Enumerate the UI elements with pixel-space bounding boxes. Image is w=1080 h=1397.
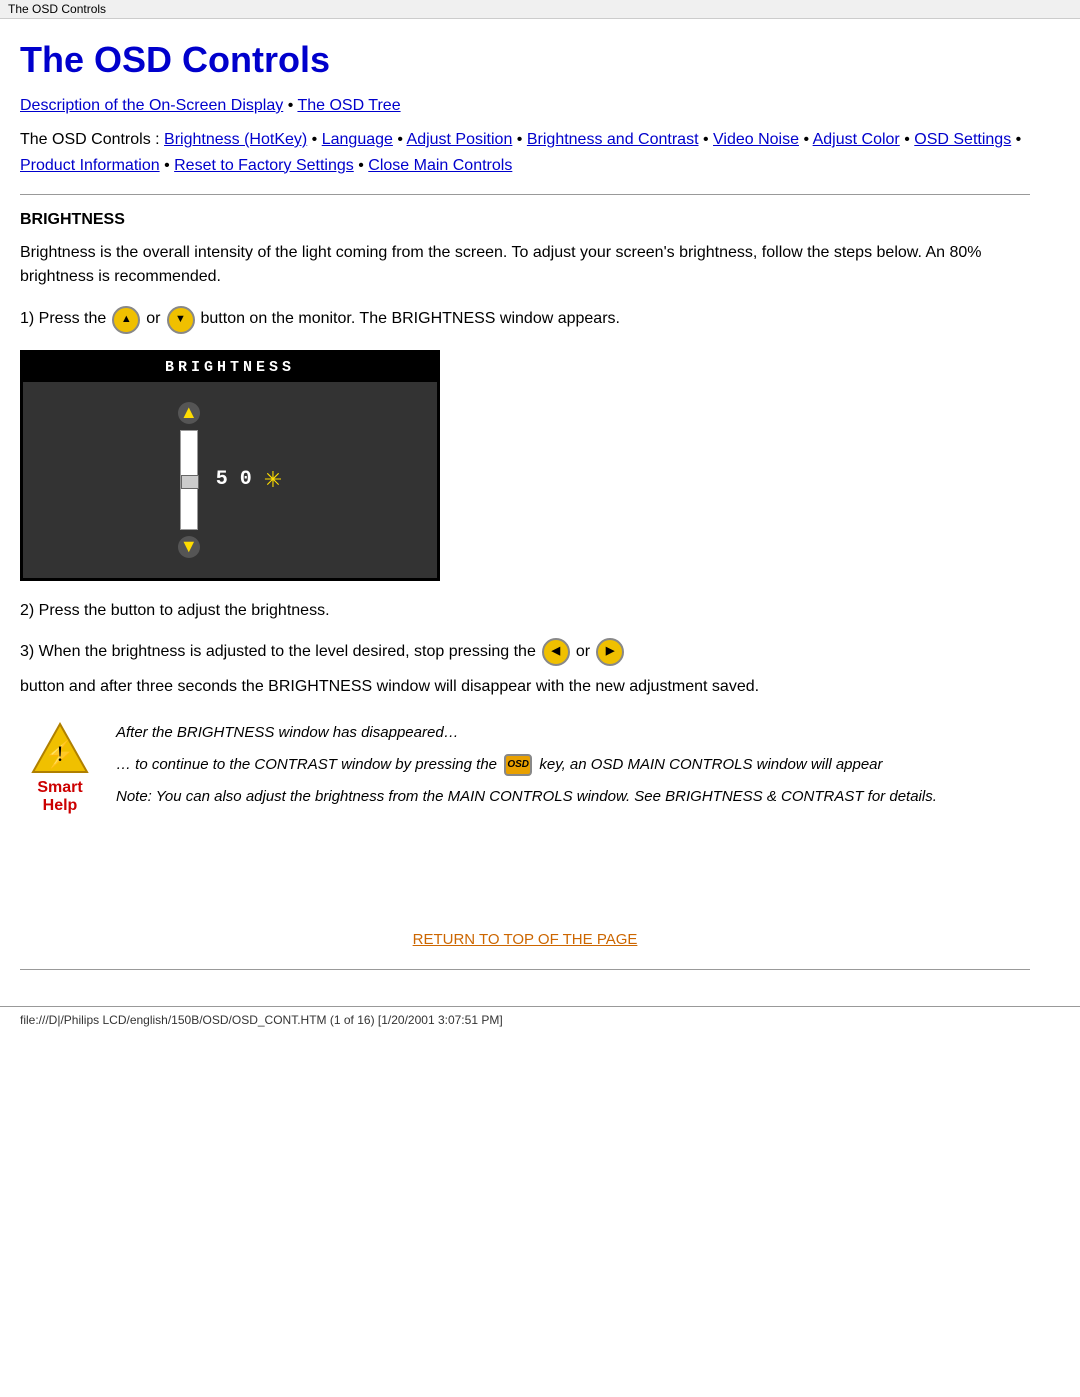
smart-help-box: ⚡ ! SmartHelp After the BRIGHTNESS windo…	[20, 721, 1030, 815]
footer: file:///D|/Philips LCD/english/150B/OSD/…	[0, 1006, 1080, 1033]
breadcrumb-adjust-color[interactable]: Adjust Color	[813, 131, 900, 148]
smart-help-label: SmartHelp	[37, 779, 82, 815]
step-3-suffix: button and after three seconds the BRIGH…	[20, 673, 759, 702]
slider-track	[180, 430, 198, 530]
step-1-or: or	[146, 305, 160, 334]
breadcrumb-reset[interactable]: Reset to Factory Settings	[174, 157, 354, 174]
sun-icon: ✳	[264, 467, 282, 493]
smart-help-icon-area: ⚡ ! SmartHelp	[20, 721, 100, 815]
bottom-divider	[20, 969, 1030, 970]
smart-help-text-area: After the BRIGHTNESS window has disappea…	[116, 721, 937, 809]
nav-link-osd-tree[interactable]: The OSD Tree	[297, 97, 400, 114]
step-1: 1) Press the or button on the monitor. T…	[20, 305, 1030, 334]
step-3-or: or	[576, 638, 590, 667]
smart-help-line3: Note: You can also adjust the brightness…	[116, 785, 937, 809]
breadcrumb: The OSD Controls : Brightness (HotKey) •…	[20, 127, 1030, 178]
contrast-key-icon: OSD	[504, 754, 532, 776]
breadcrumb-brightness-contrast[interactable]: Brightness and Contrast	[527, 131, 699, 148]
brightness-down-arrow: ▼	[178, 536, 200, 558]
brightness-value: 5 0	[216, 468, 252, 491]
warning-triangle-icon: ⚡ !	[30, 721, 90, 775]
step-1-text-before: 1) Press the	[20, 305, 106, 334]
spacer	[20, 831, 1030, 911]
step-3-prefix: 3) When the brightness is adjusted to th…	[20, 638, 536, 667]
step-2: 2) Press the button to adjust the bright…	[20, 597, 1030, 626]
step-3: 3) When the brightness is adjusted to th…	[20, 638, 1030, 702]
breadcrumb-osd-settings[interactable]: OSD Settings	[914, 131, 1011, 148]
return-to-top-link[interactable]: RETURN TO TOP OF THE PAGE	[413, 931, 638, 948]
breadcrumb-language[interactable]: Language	[322, 131, 393, 148]
smart-help-line1: After the BRIGHTNESS window has disappea…	[116, 721, 937, 745]
down-button-icon	[167, 306, 195, 334]
browser-title: The OSD Controls	[0, 0, 1080, 19]
page-title: The OSD Controls	[20, 39, 1030, 81]
section-body-brightness: Brightness is the overall intensity of t…	[20, 241, 1030, 289]
breadcrumb-brightness[interactable]: Brightness (HotKey)	[164, 131, 307, 148]
step-1-text-after: button on the monitor. The BRIGHTNESS wi…	[201, 305, 620, 334]
brightness-slider: ▲ ▼	[178, 402, 200, 558]
brightness-title: BRIGHTNESS	[23, 353, 437, 382]
brightness-up-arrow: ▲	[178, 402, 200, 424]
return-to-top: RETURN TO TOP OF THE PAGE	[20, 911, 1030, 959]
nav-link-description[interactable]: Description of the On-Screen Display	[20, 97, 283, 114]
breadcrumb-prefix: The OSD Controls :	[20, 131, 164, 148]
slider-thumb	[181, 475, 199, 489]
up-button-icon	[112, 306, 140, 334]
breadcrumb-adjust-position[interactable]: Adjust Position	[407, 131, 513, 148]
smart-help-line2-prefix: … to continue to the CONTRAST window by …	[116, 756, 497, 773]
smart-help-line2: … to continue to the CONTRAST window by …	[116, 753, 937, 777]
right-button-icon	[596, 638, 624, 666]
top-divider	[20, 194, 1030, 195]
svg-text:!: !	[56, 741, 63, 766]
smart-help-line2-suffix: key, an OSD MAIN CONTROLS window will ap…	[539, 756, 882, 773]
brightness-window: BRIGHTNESS ▲ ▼ 5 0 ✳	[20, 350, 440, 581]
step-2-text: 2) Press the button to adjust the bright…	[20, 597, 330, 626]
left-button-icon	[542, 638, 570, 666]
breadcrumb-product-info[interactable]: Product Information	[20, 157, 160, 174]
nav-separator-1: •	[288, 97, 298, 114]
breadcrumb-close[interactable]: Close Main Controls	[368, 157, 512, 174]
nav-links: Description of the On-Screen Display • T…	[20, 97, 1030, 115]
section-title-brightness: BRIGHTNESS	[20, 211, 1030, 229]
breadcrumb-video-noise[interactable]: Video Noise	[713, 131, 799, 148]
brightness-body: ▲ ▼ 5 0 ✳	[23, 382, 437, 578]
